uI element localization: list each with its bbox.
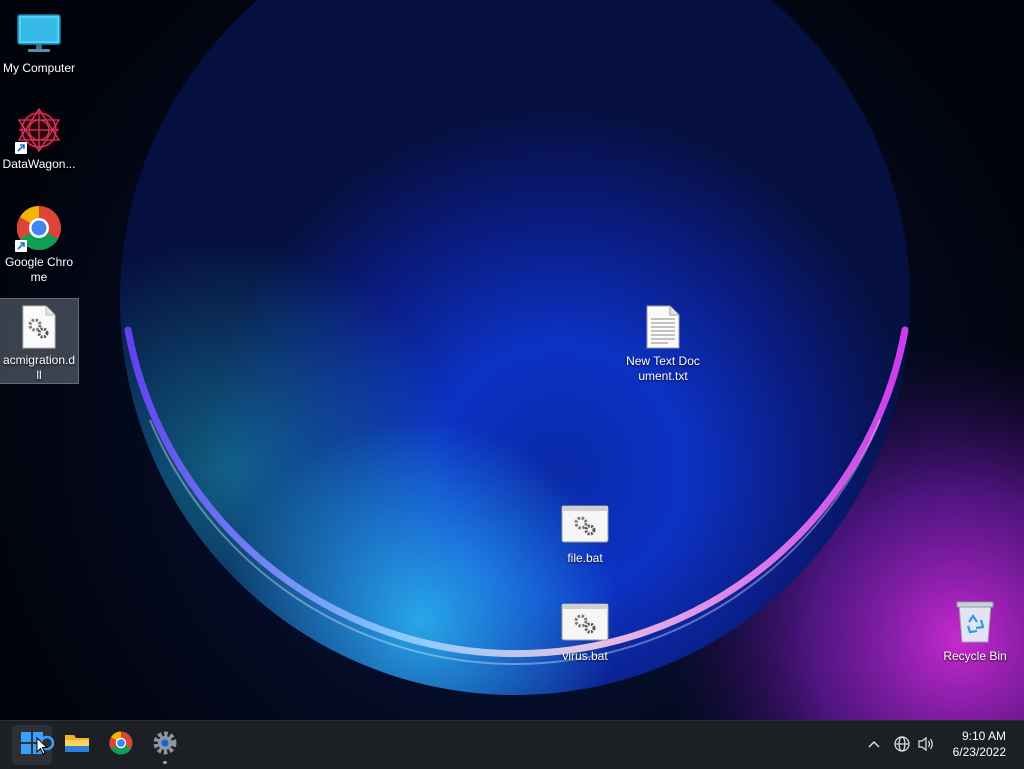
file-explorer-button[interactable] [57,725,97,765]
desktop-icon-my-computer[interactable]: My Computer [0,6,78,76]
desktop-icon-label: virus.bat [562,649,608,663]
datawagon-icon [15,106,63,154]
mouse-cursor-icon [36,736,49,760]
chrome-icon [109,731,133,760]
clock-time: 9:10 AM [961,729,1006,743]
chrome-icon [15,204,63,252]
desktop-icon-label: New Text Document.txt [626,354,700,383]
desktop-icon-acmigration-dll[interactable]: acmigration.dll [0,298,79,384]
desktop-icon-label: file.bat [567,551,603,565]
chevron-up-icon[interactable] [864,733,884,755]
desktop-icon-virus-bat[interactable]: virus.bat [546,594,624,664]
settings-taskbar-button[interactable] [145,725,185,765]
desktop-icon-label: Google Chrome [4,255,74,284]
text-file-icon [639,303,687,351]
desktop-icon-google-chrome[interactable]: Google Chrome [0,200,78,285]
shortcut-arrow-icon [15,240,27,252]
desktop-icon-new-text-document[interactable]: New Text Document.txt [624,299,702,384]
settings-icon [152,730,178,761]
batch-file-icon [561,500,609,548]
desktop-icon-label: acmigration.dll [2,353,76,382]
monitor-icon [15,10,63,58]
batch-file-icon [561,598,609,646]
desktop-icon-label: DataWagon... [2,157,76,171]
chrome-taskbar-button[interactable] [101,725,141,765]
taskbar: 9:10 AM 6/23/2022 [0,720,1024,769]
desktop-icon-file-bat[interactable]: file.bat [546,496,624,566]
desktop-icon-label: My Computer [2,61,76,75]
clock-date: 6/23/2022 [952,745,1006,759]
dll-file-icon [15,303,63,350]
desktop-icon-label: Recycle Bin [943,649,1007,663]
recycle-bin-icon [951,598,999,646]
network-globe-icon[interactable] [892,733,912,755]
file-explorer-icon [64,732,90,759]
taskbar-clock[interactable]: 9:10 AM 6/23/2022 [953,728,1006,760]
desktop-icon-datawagon[interactable]: DataWagon... [0,102,78,172]
running-indicator [163,761,167,764]
desktop-wallpaper [0,0,1024,720]
speaker-icon[interactable] [916,733,936,755]
shortcut-arrow-icon [15,142,27,154]
desktop-icon-recycle-bin[interactable]: Recycle Bin [936,594,1014,664]
